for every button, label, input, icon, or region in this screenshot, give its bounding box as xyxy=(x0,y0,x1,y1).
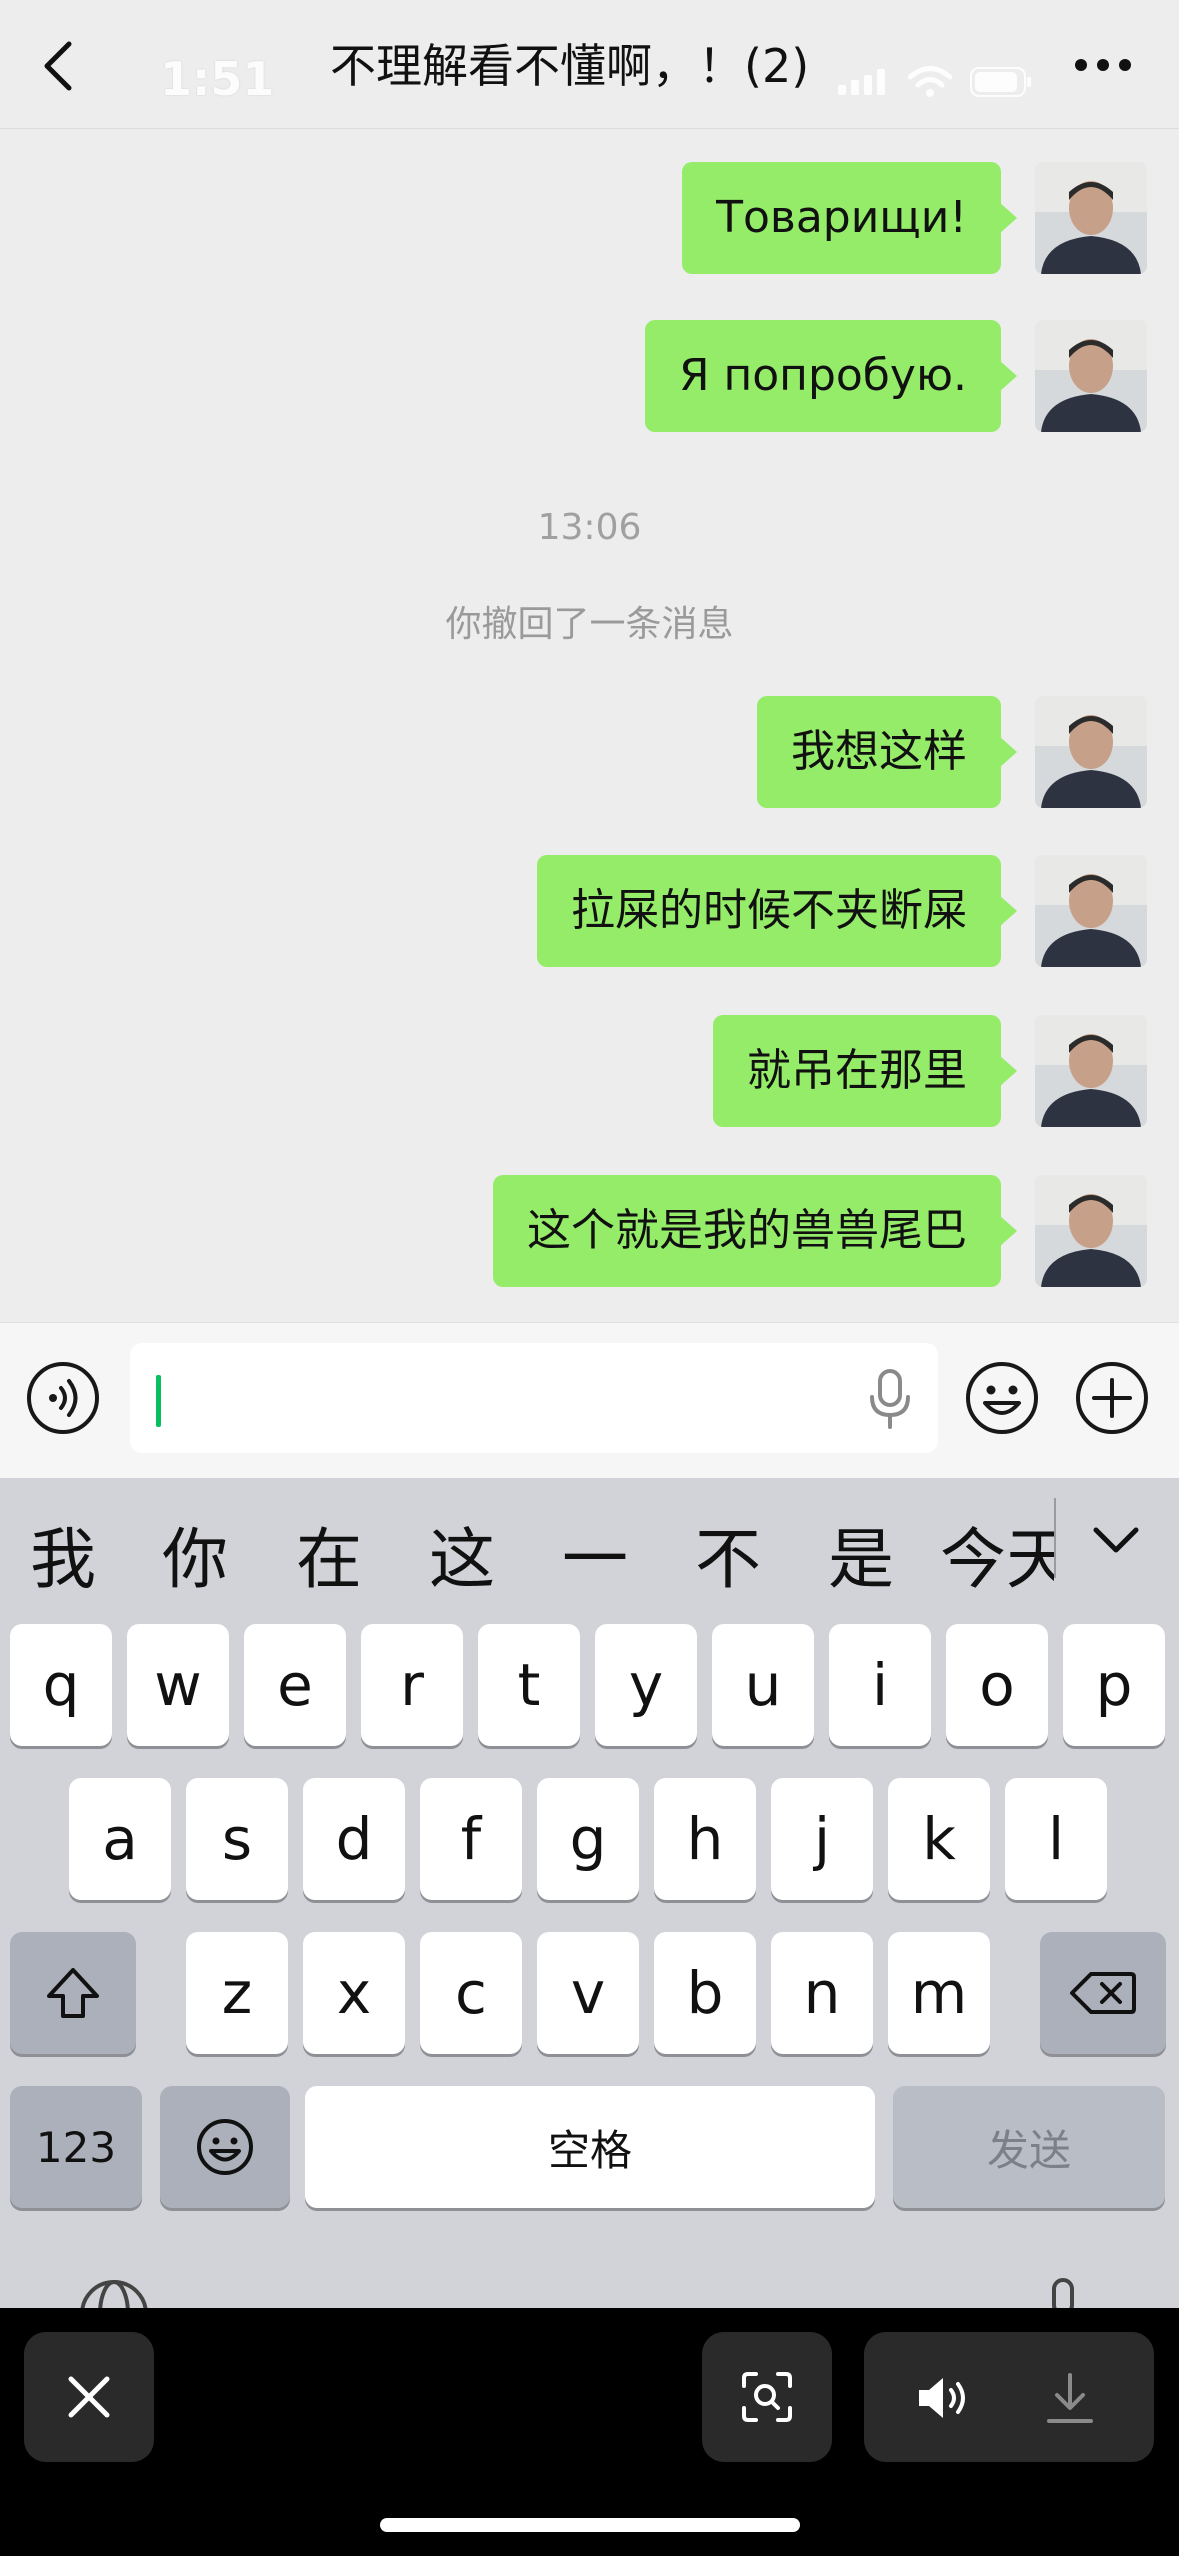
numbers-key[interactable]: 123 xyxy=(10,2086,142,2208)
key-k[interactable]: k xyxy=(888,1778,990,1900)
key-o[interactable]: o xyxy=(946,1624,1048,1746)
candidate-word[interactable]: 这 xyxy=(407,1506,517,1602)
key-m[interactable]: m xyxy=(888,1932,990,2054)
download-icon xyxy=(1047,2373,1093,2423)
key-x[interactable]: x xyxy=(303,1932,405,2054)
key-f[interactable]: f xyxy=(420,1778,522,1900)
key-b[interactable]: b xyxy=(654,1932,756,2054)
voice-toggle-icon xyxy=(27,1362,99,1434)
status-bar-icons xyxy=(838,66,1032,98)
globe-icon xyxy=(80,2280,148,2308)
message-bubble[interactable]: 就吊在那里 xyxy=(713,1015,1017,1127)
back-button[interactable] xyxy=(30,28,86,104)
scan-button[interactable] xyxy=(702,2332,832,2462)
message-bubble[interactable]: 拉屎的时候不夹断屎 xyxy=(537,855,1017,967)
text-caret xyxy=(156,1375,161,1427)
download-button[interactable] xyxy=(1040,2368,1100,2428)
status-bar-time: 1:51 xyxy=(160,52,275,106)
sound-button[interactable] xyxy=(914,2368,974,2428)
close-button[interactable] xyxy=(24,2332,154,2462)
chevron-down-icon xyxy=(1093,1527,1139,1553)
candidate-divider xyxy=(1054,1498,1056,1578)
chat-area[interactable]: Товарищи! Я попробую. 13:06 你撤回了一条消息 我想这… xyxy=(0,129,1179,1321)
recall-notice: 你撤回了一条消息 xyxy=(445,604,734,645)
key-s[interactable]: s xyxy=(186,1778,288,1900)
wifi-icon xyxy=(908,66,952,97)
candidate-bar: 我 你 在 这 一 不 是 今天 xyxy=(0,1478,1179,1620)
key-t[interactable]: t xyxy=(478,1624,580,1746)
candidate-word[interactable]: 不 xyxy=(673,1506,783,1602)
key-q[interactable]: q xyxy=(10,1624,112,1746)
key-u[interactable]: u xyxy=(712,1624,814,1746)
microphone-icon xyxy=(870,1369,910,1429)
chat-title: 不理解看不懂啊，！(2) xyxy=(330,39,810,93)
message-input[interactable] xyxy=(130,1343,938,1453)
avatar[interactable] xyxy=(1035,162,1147,274)
candidate-word[interactable]: 在 xyxy=(274,1506,384,1602)
key-d[interactable]: d xyxy=(303,1778,405,1900)
space-key[interactable]: 空格 xyxy=(305,2086,875,2208)
chat-header: 1:51 不理解看不懂啊，！(2) xyxy=(0,0,1179,129)
emoji-icon xyxy=(197,2119,253,2175)
scan-icon xyxy=(742,2372,792,2422)
dictation-button[interactable] xyxy=(1046,2278,1080,2308)
avatar[interactable] xyxy=(1035,855,1147,967)
message-bubble[interactable]: Я попробую. xyxy=(644,320,1018,432)
send-key[interactable]: 发送 xyxy=(893,2086,1165,2208)
key-j[interactable]: j xyxy=(771,1778,873,1900)
more-actions-button[interactable] xyxy=(1075,1361,1149,1435)
speaker-icon xyxy=(919,2378,965,2418)
microphone-icon xyxy=(1052,2278,1074,2308)
microphone-button[interactable] xyxy=(868,1369,912,1429)
key-h[interactable]: h xyxy=(654,1778,756,1900)
emoji-key[interactable] xyxy=(160,2086,290,2208)
emoji-button[interactable] xyxy=(965,1361,1039,1435)
key-z[interactable]: z xyxy=(186,1932,288,2054)
key-g[interactable]: g xyxy=(537,1778,639,1900)
key-i[interactable]: i xyxy=(829,1624,931,1746)
close-icon xyxy=(68,2376,110,2418)
more-button[interactable] xyxy=(1068,42,1138,88)
backspace-key[interactable] xyxy=(1040,1932,1166,2054)
more-dots-icon xyxy=(1075,59,1131,71)
key-v[interactable]: v xyxy=(537,1932,639,2054)
message-bubble[interactable]: Товарищи! xyxy=(682,162,1017,274)
key-n[interactable]: n xyxy=(771,1932,873,2054)
voice-toggle-button[interactable] xyxy=(26,1361,100,1435)
key-a[interactable]: a xyxy=(69,1778,171,1900)
avatar[interactable] xyxy=(1035,1175,1147,1287)
shift-key[interactable] xyxy=(10,1932,136,2054)
shift-icon xyxy=(47,1968,99,2018)
emoji-icon xyxy=(966,1362,1038,1434)
plus-icon xyxy=(1076,1362,1148,1434)
candidate-word[interactable]: 是 xyxy=(806,1506,916,1602)
message-bubble[interactable]: 这个就是我的兽兽尾巴 xyxy=(493,1175,1017,1287)
candidate-word[interactable]: 你 xyxy=(140,1506,250,1602)
key-l[interactable]: l xyxy=(1005,1778,1107,1900)
globe-button[interactable] xyxy=(78,2278,150,2308)
key-y[interactable]: y xyxy=(595,1624,697,1746)
candidate-word[interactable]: 我 xyxy=(8,1506,118,1602)
battery-icon xyxy=(970,67,1031,97)
home-indicator[interactable] xyxy=(380,2518,800,2532)
keyboard: 我 你 在 这 一 不 是 今天 q w e r t y u i o p a s… xyxy=(0,1478,1179,2308)
avatar[interactable] xyxy=(1035,1015,1147,1127)
signal-icon xyxy=(838,69,885,95)
avatar[interactable] xyxy=(1035,696,1147,808)
key-e[interactable]: e xyxy=(244,1624,346,1746)
candidate-word[interactable]: 一 xyxy=(540,1506,650,1602)
key-c[interactable]: c xyxy=(420,1932,522,2054)
expand-candidates-button[interactable] xyxy=(1086,1518,1146,1564)
key-r[interactable]: r xyxy=(361,1624,463,1746)
key-w[interactable]: w xyxy=(127,1624,229,1746)
message-timestamp: 13:06 xyxy=(537,507,642,548)
media-controls xyxy=(864,2332,1154,2462)
key-p[interactable]: p xyxy=(1063,1624,1165,1746)
message-input-bar xyxy=(0,1322,1179,1479)
candidate-word[interactable]: 今天 xyxy=(940,1506,1054,1602)
backspace-icon xyxy=(1070,1972,1136,2014)
avatar[interactable] xyxy=(1035,320,1147,432)
chevron-left-icon xyxy=(44,41,72,91)
message-bubble[interactable]: 我想这样 xyxy=(757,696,1017,808)
